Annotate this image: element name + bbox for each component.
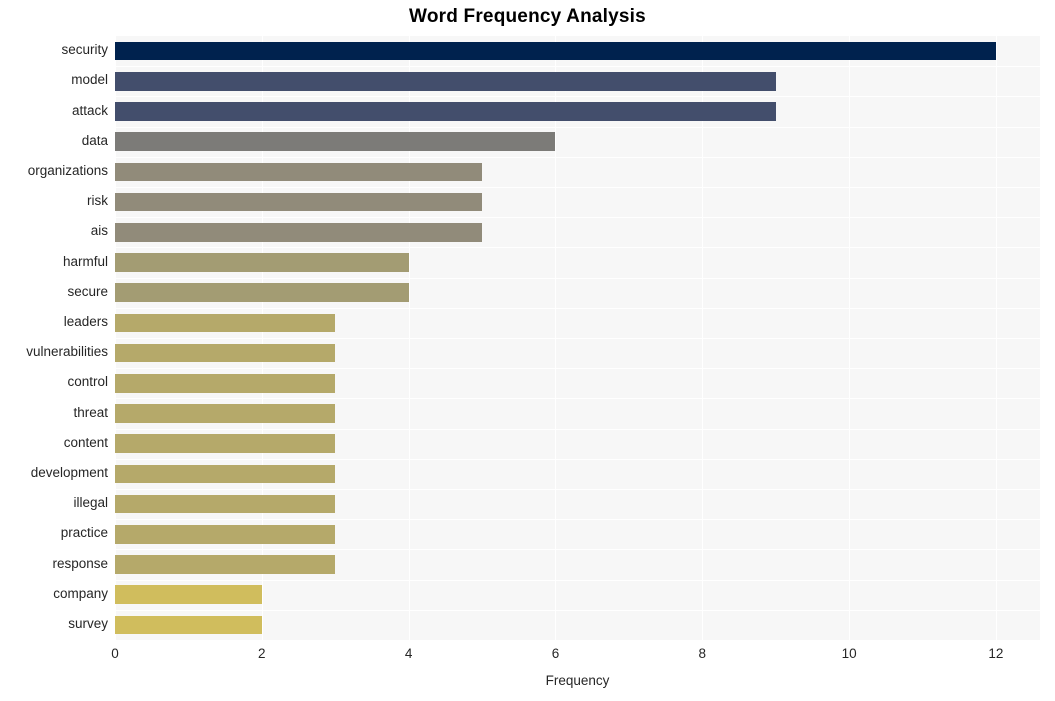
chart-title: Word Frequency Analysis: [409, 6, 646, 27]
y-tick-label-company: company: [53, 585, 108, 601]
y-tick-label-response: response: [52, 555, 108, 571]
y-tick-label-vulnerabilities: vulnerabilities: [26, 344, 108, 360]
bar-practice: [115, 524, 336, 544]
bar-organizations: [115, 162, 483, 182]
bar-response: [115, 555, 336, 574]
x-tick-label-2: 2: [258, 646, 266, 661]
y-axis-tick-labels: security model attack data organizations risk…: [0, 36, 108, 640]
y-tick-label-data: data: [81, 132, 108, 148]
x-tick-label-8: 8: [698, 646, 707, 661]
y-tick-label-survey: survey: [68, 615, 108, 631]
y-tick-label-content: content: [63, 434, 108, 450]
bar-control: [115, 373, 336, 393]
x-tick-label-10: 10: [841, 646, 857, 661]
bar-data: [115, 132, 556, 152]
word-frequency-chart: Word Frequency Analysis security model att…: [0, 0, 1055, 701]
x-axis-label: Frequency: [545, 673, 610, 688]
plot-area: [115, 36, 1040, 640]
y-tick-label-illegal: illegal: [73, 495, 108, 511]
bars-layer: [115, 36, 1040, 640]
y-tick-label-practice: practice: [60, 525, 108, 541]
y-tick-label-risk: risk: [87, 193, 108, 209]
y-tick-label-organizations: organizations: [27, 162, 108, 178]
bar-model: [115, 71, 776, 91]
bar-company: [115, 585, 262, 605]
y-tick-label-leaders: leaders: [63, 313, 108, 329]
bar-attack: [115, 102, 776, 121]
bar-illegal: [115, 494, 336, 514]
x-tick-label-0: 0: [111, 646, 119, 661]
bar-risk: [115, 192, 483, 212]
bar-harmful: [115, 253, 409, 272]
x-tick-label-4: 4: [404, 646, 413, 661]
x-axis-tick-labels: 0 2 4 6 8 10 12: [111, 646, 1040, 668]
y-tick-label-control: control: [67, 374, 108, 390]
bar-leaders: [115, 313, 336, 333]
y-tick-label-model: model: [71, 72, 108, 88]
y-tick-label-attack: attack: [71, 102, 108, 118]
x-tick-label-6: 6: [551, 646, 560, 661]
bar-ais: [115, 222, 483, 242]
bar-development: [115, 464, 336, 484]
y-tick-label-security: security: [61, 42, 108, 58]
y-tick-label-development: development: [30, 464, 108, 480]
y-tick-label-threat: threat: [73, 404, 108, 420]
bar-vulnerabilities: [115, 343, 336, 363]
bar-secure: [115, 283, 409, 303]
bar-survey: [115, 615, 262, 635]
y-tick-label-secure: secure: [67, 283, 108, 299]
x-tick-label-12: 12: [988, 646, 1004, 661]
bar-security: [115, 41, 996, 61]
bar-threat: [115, 404, 336, 423]
y-tick-label-harmful: harmful: [62, 253, 108, 269]
y-tick-label-ais: ais: [90, 223, 108, 239]
bar-content: [115, 434, 336, 454]
